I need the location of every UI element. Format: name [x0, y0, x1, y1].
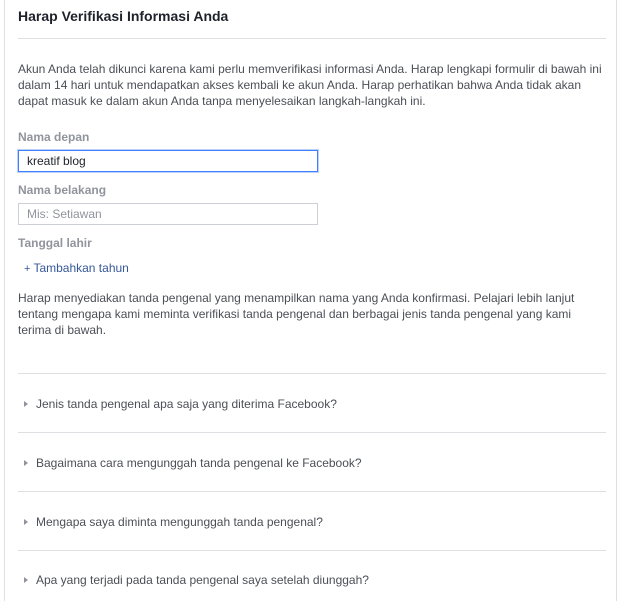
- faq-label: Apa yang terjadi pada tanda pengenal say…: [36, 573, 369, 587]
- faq-item-how-to-upload[interactable]: Bagaimana cara mengunggah tanda pengenal…: [24, 456, 362, 470]
- plus-icon: +: [24, 263, 31, 275]
- faq-label: Mengapa saya diminta mengunggah tanda pe…: [36, 515, 323, 529]
- faq-label: Bagaimana cara mengunggah tanda pengenal…: [36, 456, 362, 470]
- last-name-field[interactable]: [18, 203, 318, 225]
- faq-item-why-upload[interactable]: Mengapa saya diminta mengunggah tanda pe…: [24, 515, 323, 529]
- faq-item-after-upload[interactable]: Apa yang terjadi pada tanda pengenal say…: [24, 573, 369, 587]
- page-title: Harap Verifikasi Informasi Anda: [18, 8, 229, 24]
- birthdate-label: Tanggal lahir: [18, 236, 92, 250]
- faq-label: Jenis tanda pengenal apa saja yang diter…: [36, 397, 337, 411]
- add-year-label: Tambahkan tahun: [33, 261, 129, 275]
- last-name-label: Nama belakang: [18, 183, 107, 197]
- faq-divider: [18, 550, 606, 551]
- title-divider: [18, 38, 606, 39]
- faq-divider: [18, 432, 606, 433]
- add-year-link[interactable]: + Tambahkan tahun: [24, 261, 129, 275]
- caret-right-icon: [24, 577, 28, 583]
- faq-divider: [18, 373, 606, 374]
- first-name-field[interactable]: [18, 150, 318, 172]
- intro-text: Akun Anda telah dikunci karena kami perl…: [18, 62, 602, 108]
- caret-right-icon: [24, 401, 28, 407]
- faq-item-accepted-ids[interactable]: Jenis tanda pengenal apa saja yang diter…: [24, 397, 337, 411]
- caret-right-icon: [24, 460, 28, 466]
- caret-right-icon: [24, 519, 28, 525]
- id-info-text: Harap menyediakan tanda pengenal yang me…: [18, 291, 575, 337]
- faq-divider: [18, 491, 606, 492]
- first-name-label: Nama depan: [18, 130, 90, 144]
